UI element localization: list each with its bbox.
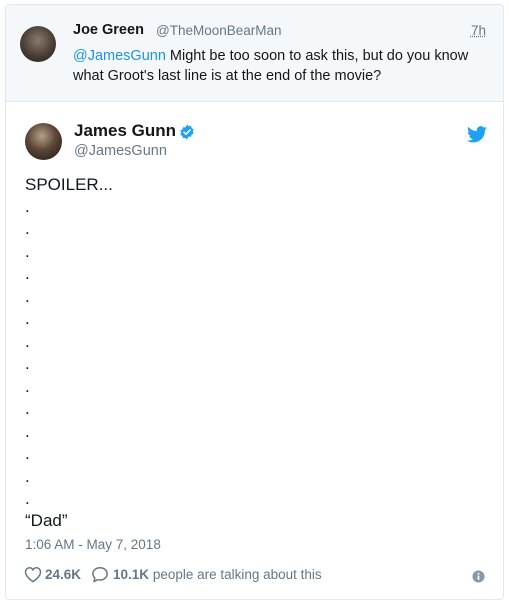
- tweet-text-line: .: [25, 354, 30, 373]
- parent-mention-link[interactable]: @JamesGunn: [73, 48, 166, 64]
- speech-bubble-icon[interactable]: [91, 566, 109, 583]
- tweet-text-line: .: [25, 264, 30, 283]
- tweet-text-line: .: [25, 399, 30, 418]
- parent-tweet-time[interactable]: 7h: [471, 23, 486, 38]
- tweet-text-line: .: [25, 444, 30, 463]
- tweet-text-line: .: [25, 377, 30, 396]
- embedded-tweet-card: Joe Green @TheMoonBearMan 7h @JamesGunn …: [5, 4, 504, 600]
- tweet-text-line: SPOILER...: [25, 175, 113, 194]
- tweet-text-line: “Dad”: [25, 511, 68, 530]
- tweet-text-line: .: [25, 197, 30, 216]
- tweet-actions: 24.6K 10.1K people are talking about thi…: [24, 563, 322, 585]
- parent-tweet[interactable]: Joe Green @TheMoonBearMan 7h @JamesGunn …: [6, 5, 503, 102]
- talking-label: people are talking about this: [149, 566, 322, 582]
- tweet-text-line: .: [25, 219, 30, 238]
- tweet-text-line: .: [25, 467, 30, 486]
- tweet-text-line: .: [25, 422, 30, 441]
- tweet-text-line: .: [25, 242, 30, 261]
- author-handle[interactable]: @JamesGunn: [74, 143, 167, 159]
- info-icon[interactable]: [472, 570, 485, 583]
- tweet-text-line: .: [25, 332, 30, 351]
- tweet-timestamp[interactable]: 1:06 AM - May 7, 2018: [25, 537, 161, 552]
- parent-avatar[interactable]: [20, 26, 56, 62]
- verified-badge-icon: [180, 124, 194, 140]
- tweet-text-line: .: [25, 489, 30, 508]
- like-count[interactable]: 24.6K: [45, 567, 81, 582]
- tweet-text-line: .: [25, 287, 30, 306]
- heart-icon[interactable]: [24, 566, 42, 583]
- talking-count: 10.1K: [113, 566, 150, 582]
- tweet-text-line: .: [25, 309, 30, 328]
- parent-tweet-text: @JamesGunn Might be too soon to ask this…: [73, 46, 483, 86]
- parent-author-name[interactable]: Joe Green: [73, 22, 144, 38]
- author-name[interactable]: James Gunn: [74, 121, 176, 141]
- author-avatar[interactable]: [25, 123, 62, 160]
- conversation-link[interactable]: 10.1K people are talking about this: [113, 567, 322, 582]
- parent-author-handle[interactable]: @TheMoonBearMan: [156, 23, 282, 38]
- twitter-bird-icon[interactable]: [467, 126, 487, 143]
